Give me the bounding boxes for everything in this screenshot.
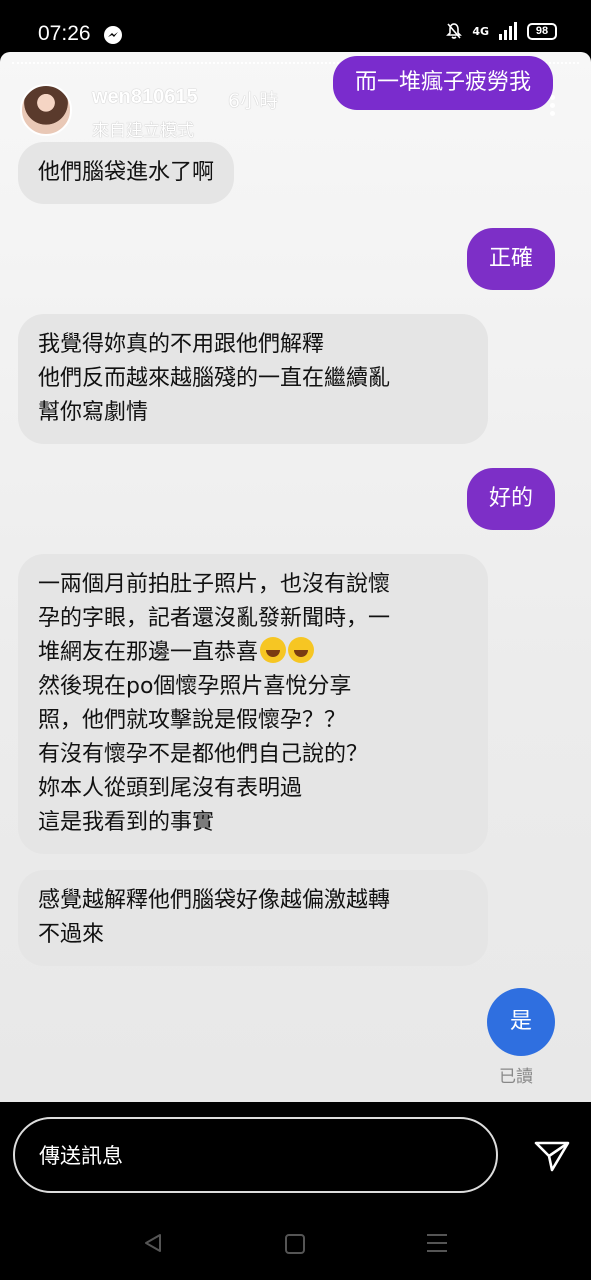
laughing-emoji-icon [260, 637, 287, 663]
story-reply-view: wen810615 6小時 來自建立模式 而一堆瘋子疲勞我 他們腦袋進水了啊 正… [0, 52, 591, 1102]
message-line: 我覺得妳真的不用跟他們解釋 [38, 332, 325, 357]
message-line: 他們反而越來越腦殘的一直在繼續亂 [38, 366, 391, 391]
status-icons: 4G 98 [446, 22, 557, 40]
message-line: 堆網友在那邊一直恭喜 [38, 640, 259, 665]
message-incoming: 我覺得妳真的不用跟他們解釋 他們反而越來越腦殘的一直在繼續亂 幫你寫劇情 [18, 314, 488, 444]
message-line: 妳本人從頭到尾沒有表明過 [38, 776, 303, 801]
message-line: 照，他們就攻擊說是假懷孕？？ [38, 708, 347, 733]
mute-bell-icon [446, 23, 463, 39]
send-icon[interactable] [533, 1139, 571, 1173]
message-incoming: 感覺越解釋他們腦袋好像越偏激越轉 不過來 [18, 870, 488, 966]
message-outgoing: 正確 [466, 228, 555, 290]
message-outgoing: 而一堆瘋子疲勞我 [332, 56, 553, 110]
message-outgoing: 好的 [466, 468, 555, 530]
message-text: 好的 [488, 486, 533, 511]
home-icon[interactable] [285, 1234, 305, 1254]
avatar[interactable] [20, 84, 72, 136]
read-receipt: 已讀 [499, 1067, 533, 1087]
message-incoming: 他們腦袋進水了啊 [18, 142, 235, 204]
message-line: 這是我看到的事實 [38, 810, 215, 835]
message-input[interactable] [39, 1141, 439, 1171]
menu-icon[interactable] [427, 1234, 447, 1258]
message-line: 一兩個月前拍肚子照片，也沒有說懷 [38, 572, 391, 597]
message-line: 然後現在po個懷孕照片喜悅分享 [38, 674, 352, 699]
message-line-wrap: 堆網友在那邊一直恭喜 [38, 636, 468, 670]
status-time: 07:26 [38, 22, 91, 45]
battery-icon: 98 [527, 22, 557, 40]
message-line: 有沒有懷孕不是都他們自己說的？ [38, 742, 369, 767]
story-time-ago: 6小時 [228, 90, 279, 112]
message-composer[interactable] [13, 1117, 498, 1193]
message-line: 感覺越解釋他們腦袋好像越偏激越轉 [38, 888, 391, 913]
message-incoming: 一兩個月前拍肚子照片，也沒有說懷 孕的字眼，記者還沒亂發新聞時，一 堆網友在那邊… [18, 554, 488, 854]
message-text: 他們腦袋進水了啊 [38, 160, 215, 185]
back-icon[interactable] [142, 1232, 164, 1254]
messenger-icon [104, 26, 122, 44]
message-text: 正確 [488, 246, 533, 271]
laughing-emoji-icon [288, 637, 315, 663]
message-line: 孕的字眼，記者還沒亂發新聞時，一 [38, 606, 391, 631]
message-text: 而一堆瘋子疲勞我 [354, 70, 531, 95]
story-subtitle: 來自建立模式 [92, 121, 194, 141]
network-type: 4G [472, 24, 489, 38]
signal-icon [499, 22, 517, 40]
message-outgoing: 是 [487, 988, 555, 1056]
status-bar: 07:26 4G 98 [0, 0, 591, 52]
message-text: 是 [509, 1009, 532, 1034]
story-username[interactable]: wen810615 [92, 86, 198, 109]
message-line: 幫你寫劇情 [38, 400, 149, 425]
message-line: 不過來 [38, 922, 105, 947]
